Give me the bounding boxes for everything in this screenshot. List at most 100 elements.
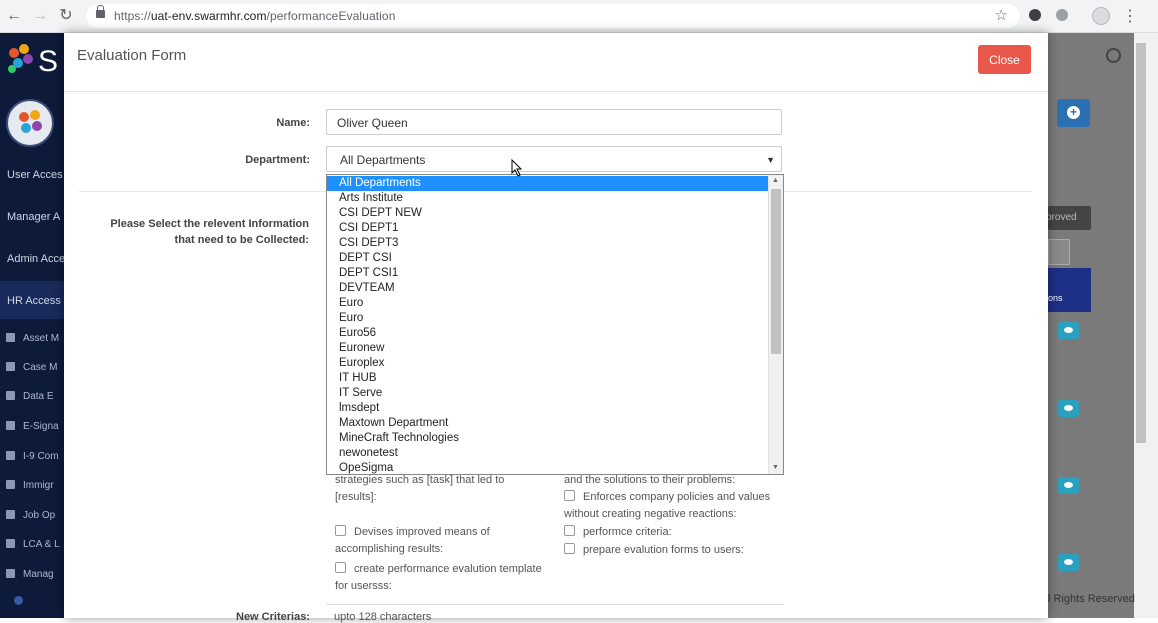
evaluation-form-modal: Evaluation Form Close Name: Oliver Queen… [64,33,1048,623]
sidebar-subitem[interactable]: Data E [6,391,54,402]
menu-icon [6,362,15,371]
sidebar-subitem[interactable]: Immigr [6,480,54,491]
view-eye-icon[interactable] [1058,400,1079,417]
criteria-item[interactable]: Devises improved means of accomplishing … [335,524,535,558]
criteria-item[interactable]: create performance evalution template fo… [335,561,550,595]
dropdown-option[interactable]: CSI DEPT3 [327,236,769,251]
checkbox[interactable] [335,525,346,536]
dropdown-option[interactable]: IT Serve [327,386,769,401]
divider [326,604,784,605]
extension-icon[interactable] [1029,9,1041,21]
view-eye-icon[interactable] [1058,322,1079,339]
sidebar-subitem[interactable]: I-9 Com [6,451,59,462]
dropdown-option[interactable]: Euronew [327,341,769,356]
profile-icon[interactable] [1092,7,1110,25]
checkbox[interactable] [564,490,575,501]
checkbox[interactable] [564,525,575,536]
dropdown-option[interactable]: IT HUB [327,371,769,386]
sidebar-item-manager-access[interactable]: Manager A [7,211,60,223]
dropdown-option[interactable]: DEPT CSI [327,251,769,266]
menu-icon [6,569,15,578]
filter-input[interactable] [1048,239,1070,265]
criteria-item[interactable]: Enforces company policies and values wit… [564,489,779,523]
criteria-item: strategies such as [task] that led to [r… [335,474,505,503]
menu-icon [6,421,15,430]
menu-icon [6,539,15,548]
dropdown-option[interactable]: newonetest [327,446,769,461]
new-criterias-input[interactable]: upto 128 characters [334,611,431,623]
back-icon[interactable]: ← [4,6,24,26]
dropdown-option[interactable]: Arts Institute [327,191,769,206]
sidebar-subitem[interactable]: Asset M [6,333,59,344]
dropdown-option[interactable]: DEPT CSI1 [327,266,769,281]
department-selected-value: All Departments [340,153,426,167]
dropdown-option[interactable]: CSI DEPT1 [327,221,769,236]
menu-icon [6,510,15,519]
scroll-up-icon[interactable]: ▲ [772,177,779,184]
address-bar[interactable]: https://uat-env.swarmhr.com/performanceE… [86,4,1020,28]
department-dropdown-list[interactable]: All Departments Arts Institute CSI DEPT … [326,174,784,475]
sidebar-item-admin-access[interactable]: Admin Acce [7,253,65,265]
sidebar-subitem[interactable]: Job Op [6,510,55,521]
page-scrollbar[interactable] [1134,33,1158,618]
dropdown-option[interactable]: CSI DEPT NEW [327,206,769,221]
menu-icon [6,480,15,489]
url-text: https://uat-env.swarmhr.com/performanceE… [114,9,396,23]
view-eye-icon[interactable] [1058,554,1079,571]
modal-header: Evaluation Form Close [64,33,1048,92]
close-button[interactable]: Close [978,45,1031,74]
dropdown-option[interactable]: Euro [327,296,769,311]
sidebar-item-hr-access[interactable]: HR Access [7,295,61,307]
forward-icon[interactable]: → [30,6,50,26]
scroll-down-icon[interactable]: ▼ [772,464,779,471]
dropdown-option[interactable]: Maxtown Department [327,416,769,431]
add-button[interactable]: + [1057,99,1090,127]
department-label: Department: [245,154,310,166]
menu-icon [6,391,15,400]
dropdown-option[interactable]: DEVTEAM [327,281,769,296]
sidebar: S User Acces Manager A Admin Acce HR Acc… [0,33,65,618]
plus-icon: + [1067,106,1080,119]
criteria-item[interactable]: prepare evalution forms to users: [564,542,779,559]
dropdown-option[interactable]: lmsdept [327,401,769,416]
avatar[interactable] [6,99,54,147]
checkbox[interactable] [335,562,346,573]
actions-column-header: ons [1048,268,1091,312]
name-field[interactable]: Oliver Queen [326,109,782,135]
sidebar-subitem[interactable]: Manag [6,569,54,580]
department-select[interactable]: All Departments ▼ [326,146,782,172]
checkbox[interactable] [564,543,575,554]
dropdown-option[interactable]: Euro56 [327,326,769,341]
dropdown-option[interactable]: OpeSigma [327,461,769,474]
lock-icon [96,5,105,18]
sidebar-item-user-access[interactable]: User Acces [7,169,63,181]
browser-toolbar: ← → ↻ https://uat-env.swarmhr.com/perfor… [0,0,1158,33]
modal-title: Evaluation Form [77,47,187,64]
svg-text:S: S [38,45,58,78]
approved-filter-button[interactable]: proved [1046,206,1091,230]
sidebar-subitem[interactable]: LCA & L [6,539,60,550]
dropdown-option[interactable]: All Departments [327,176,769,191]
mouse-cursor-icon [511,159,523,177]
footer-copyright: l Rights Reserved [1048,593,1135,605]
menu-icon [6,451,15,460]
bookmark-star-icon[interactable]: ☆ [995,6,1008,24]
dropdown-option[interactable]: MineCraft Technologies [327,431,769,446]
name-label: Name: [276,117,310,129]
dropdown-scrollbar[interactable]: ▲ ▼ [768,175,783,474]
criteria-item[interactable]: performce criteria: [564,524,779,541]
view-eye-icon[interactable] [1058,477,1079,494]
chevron-down-icon: ▼ [766,155,775,165]
new-criterias-label: New Criterias: [236,611,310,623]
power-icon[interactable] [1106,48,1121,63]
sidebar-subitem[interactable]: E-Signa [6,421,59,432]
dropdown-option[interactable]: Euro [327,311,769,326]
reload-icon[interactable]: ↻ [56,6,76,26]
information-label: Please Select the relevent Information t… [110,218,309,246]
sidebar-subitem[interactable]: Case M [6,362,57,373]
settings-gear-icon[interactable] [14,596,31,607]
extension-icon[interactable] [1056,9,1068,21]
scrollbar-thumb[interactable] [771,189,781,354]
dropdown-option[interactable]: Europlex [327,356,769,371]
menu-kebab-icon[interactable]: ⋮ [1122,6,1138,26]
